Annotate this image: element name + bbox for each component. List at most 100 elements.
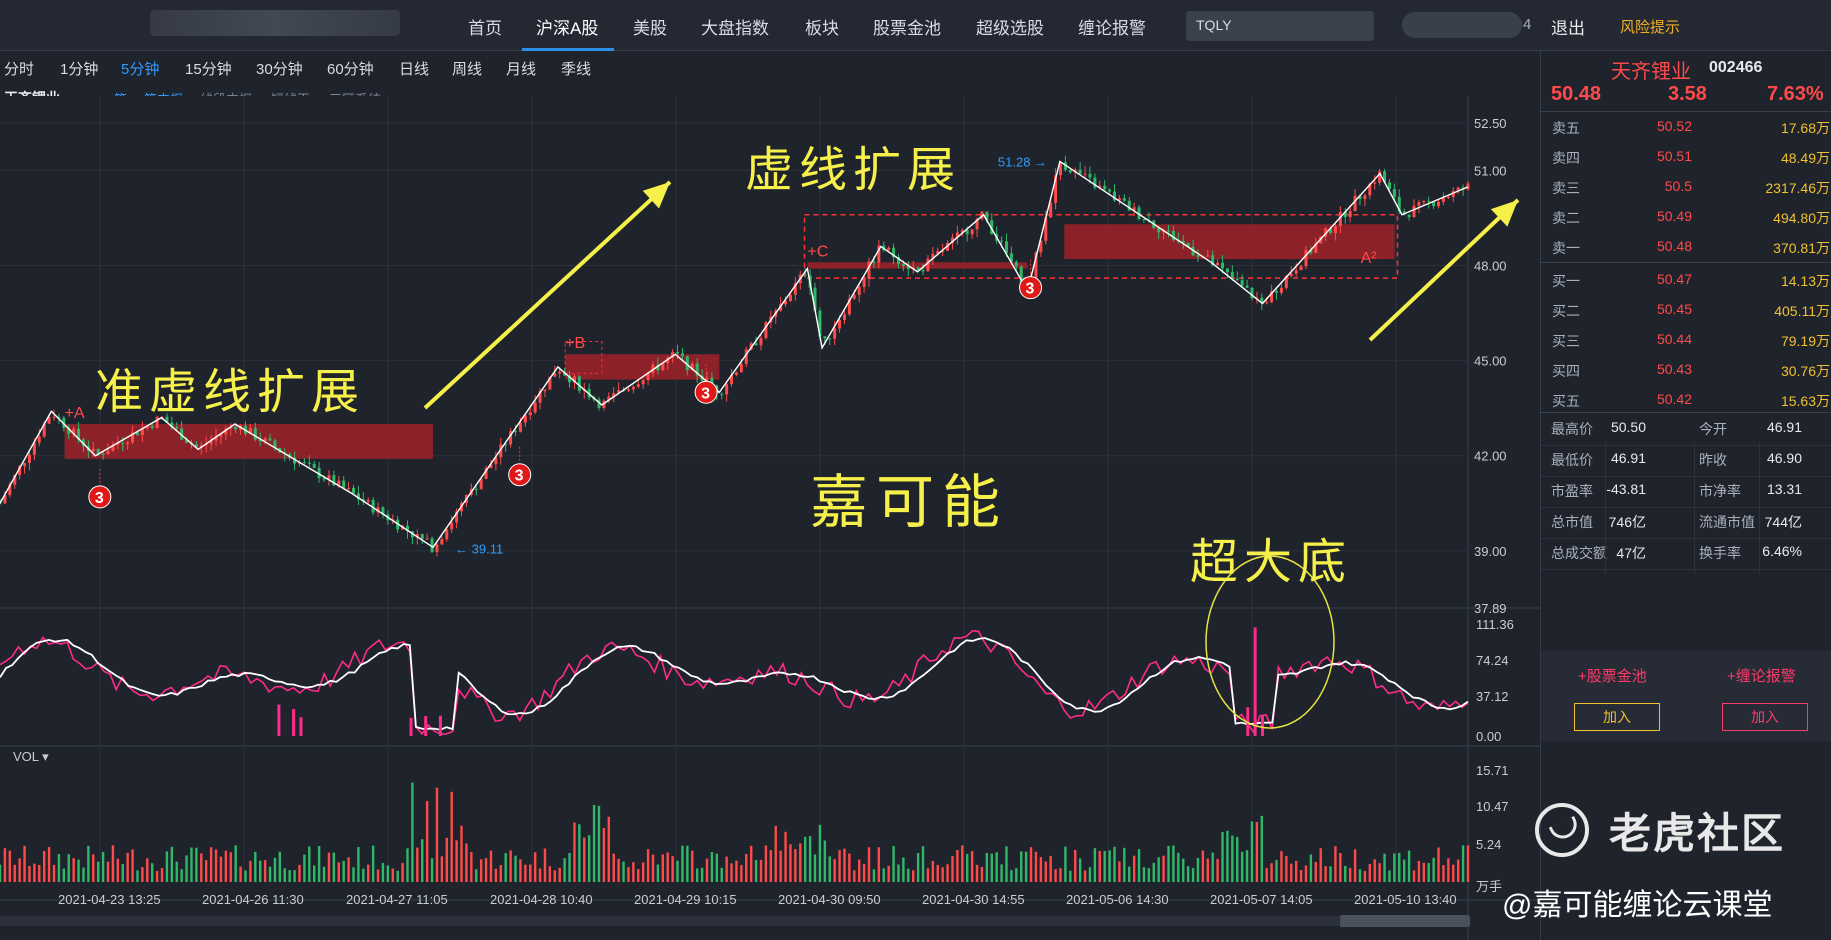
stat-cell: 最低价 xyxy=(1551,450,1593,470)
volume-bar xyxy=(465,843,468,882)
candle-body xyxy=(351,487,355,494)
candle-body xyxy=(1289,273,1293,277)
level-price: 50.45 xyxy=(1656,301,1692,317)
candle-body xyxy=(1304,250,1308,267)
candle-body xyxy=(1083,173,1087,175)
period-5m[interactable]: 5分钟 xyxy=(121,58,159,79)
volume-bar xyxy=(308,846,311,882)
period-selector: 分时 1分钟 5分钟 15分钟 30分钟 60分钟 日线 周线 月线 季线 xyxy=(0,52,1540,82)
volume-bar xyxy=(548,866,552,882)
volume-bar xyxy=(710,851,714,882)
nav-chan-alert[interactable]: 缠论报警 xyxy=(1078,14,1146,39)
search-input[interactable]: TQLY xyxy=(1186,11,1374,41)
divider xyxy=(1541,569,1831,570)
volume-bar xyxy=(219,856,223,882)
stat-label: 最高价 xyxy=(1551,421,1593,437)
period-30m[interactable]: 30分钟 xyxy=(256,58,303,79)
volume-bar xyxy=(607,816,611,882)
volume-bar xyxy=(3,848,7,882)
level-label: 卖一 xyxy=(1552,240,1580,256)
level-volume: 405.11万 xyxy=(1774,303,1830,319)
candle-body xyxy=(1279,287,1283,293)
level-volume: 14.13万 xyxy=(1780,273,1830,289)
period-week[interactable]: 周线 xyxy=(452,58,482,79)
indicator-spike-bar xyxy=(1253,627,1257,736)
period-15m[interactable]: 15分钟 xyxy=(185,58,232,79)
level-label: 买二 xyxy=(1552,303,1580,319)
add-to-pool-link[interactable]: +股票金池 xyxy=(1578,665,1647,686)
volume-tick-label: 5.24 xyxy=(1476,837,1501,852)
add-alert-link[interactable]: +缠论报警 xyxy=(1727,665,1796,686)
nav-us-stocks[interactable]: 美股 xyxy=(633,14,667,39)
candle-body xyxy=(680,353,684,357)
candle-body xyxy=(268,438,272,441)
nav-home[interactable]: 首页 xyxy=(468,14,502,39)
volume-bar xyxy=(1113,846,1116,882)
volume-bar xyxy=(1422,862,1426,882)
logout-button[interactable]: 退出 xyxy=(1551,14,1585,39)
volume-bar xyxy=(1128,866,1131,882)
candle-body xyxy=(1000,240,1004,242)
period-60m[interactable]: 60分钟 xyxy=(327,58,374,79)
nav-sectors[interactable]: 板块 xyxy=(805,14,839,39)
candle-body xyxy=(23,462,27,467)
period-tick[interactable]: 分时 xyxy=(4,58,34,79)
period-day[interactable]: 日线 xyxy=(399,58,429,79)
volume-bar xyxy=(96,861,100,882)
volume-bar xyxy=(416,847,419,882)
volume-bar xyxy=(200,853,203,882)
level-label: 卖五 xyxy=(1552,120,1580,136)
volume-bar xyxy=(92,854,95,882)
add-alert-button[interactable]: 加入 xyxy=(1722,703,1808,731)
volume-bar xyxy=(759,859,763,882)
candle-body xyxy=(828,338,832,340)
volume-bar xyxy=(853,870,856,882)
volume-bar xyxy=(1456,859,1460,882)
risk-notice-link[interactable]: 风险提示 xyxy=(1620,16,1680,37)
stat-cell: 昨收 xyxy=(1699,450,1727,470)
level-price: 50.43 xyxy=(1656,361,1692,377)
volume-bar xyxy=(990,853,993,882)
volume-bar xyxy=(592,804,596,882)
indicator-spike-bar xyxy=(1260,716,1264,736)
volume-bar xyxy=(376,869,380,882)
add-pool-button[interactable]: 加入 xyxy=(1574,703,1660,731)
period-1m[interactable]: 1分钟 xyxy=(60,58,98,79)
quote-code: 002466 xyxy=(1709,59,1763,76)
volume-tick-label: 10.47 xyxy=(1476,799,1509,814)
volume-bar xyxy=(1039,857,1043,882)
nav-a-shares[interactable]: 沪深A股 xyxy=(536,14,598,39)
kline-chart[interactable]: 52.50 51.00 48.00 45.00 42.00 39.00 37.89111.3… xyxy=(0,96,1540,940)
volume-bar xyxy=(1221,831,1224,882)
user-account[interactable] xyxy=(1402,12,1522,38)
volume-bar xyxy=(1329,866,1332,882)
scrollbar-thumb[interactable] xyxy=(1340,915,1470,927)
volume-bar xyxy=(799,843,802,882)
volume-bar xyxy=(82,867,85,882)
level-price: 50.51 xyxy=(1656,148,1692,164)
period-month[interactable]: 月线 xyxy=(506,58,536,79)
candle-body xyxy=(1417,202,1421,206)
time-tick-label: 2021-04-30 09:50 xyxy=(778,892,881,907)
volume-bar xyxy=(435,787,439,882)
volume-bar xyxy=(735,860,738,882)
nav-stock-pool[interactable]: 股票金池 xyxy=(873,14,941,39)
volume-bar xyxy=(460,825,463,882)
nav-screener[interactable]: 超级选股 xyxy=(976,14,1044,39)
candle-body xyxy=(720,393,724,395)
period-quarter[interactable]: 季线 xyxy=(561,58,591,79)
candle-body xyxy=(1103,185,1107,190)
level-price: 50.52 xyxy=(1656,118,1692,134)
volume-bar xyxy=(1270,863,1273,882)
volume-bar xyxy=(1182,858,1185,882)
volume-bar xyxy=(1334,846,1337,882)
candle-body xyxy=(1206,255,1210,257)
candle-body xyxy=(445,529,449,540)
stat-cell: 744亿 xyxy=(1765,512,1802,532)
volume-bar xyxy=(352,867,355,882)
volume-bar xyxy=(23,845,26,882)
bid-row: 买四 50.43 30.76万 xyxy=(1541,354,1831,384)
candle-body xyxy=(1441,198,1445,202)
volume-bar xyxy=(489,850,493,882)
nav-index[interactable]: 大盘指数 xyxy=(701,14,769,39)
